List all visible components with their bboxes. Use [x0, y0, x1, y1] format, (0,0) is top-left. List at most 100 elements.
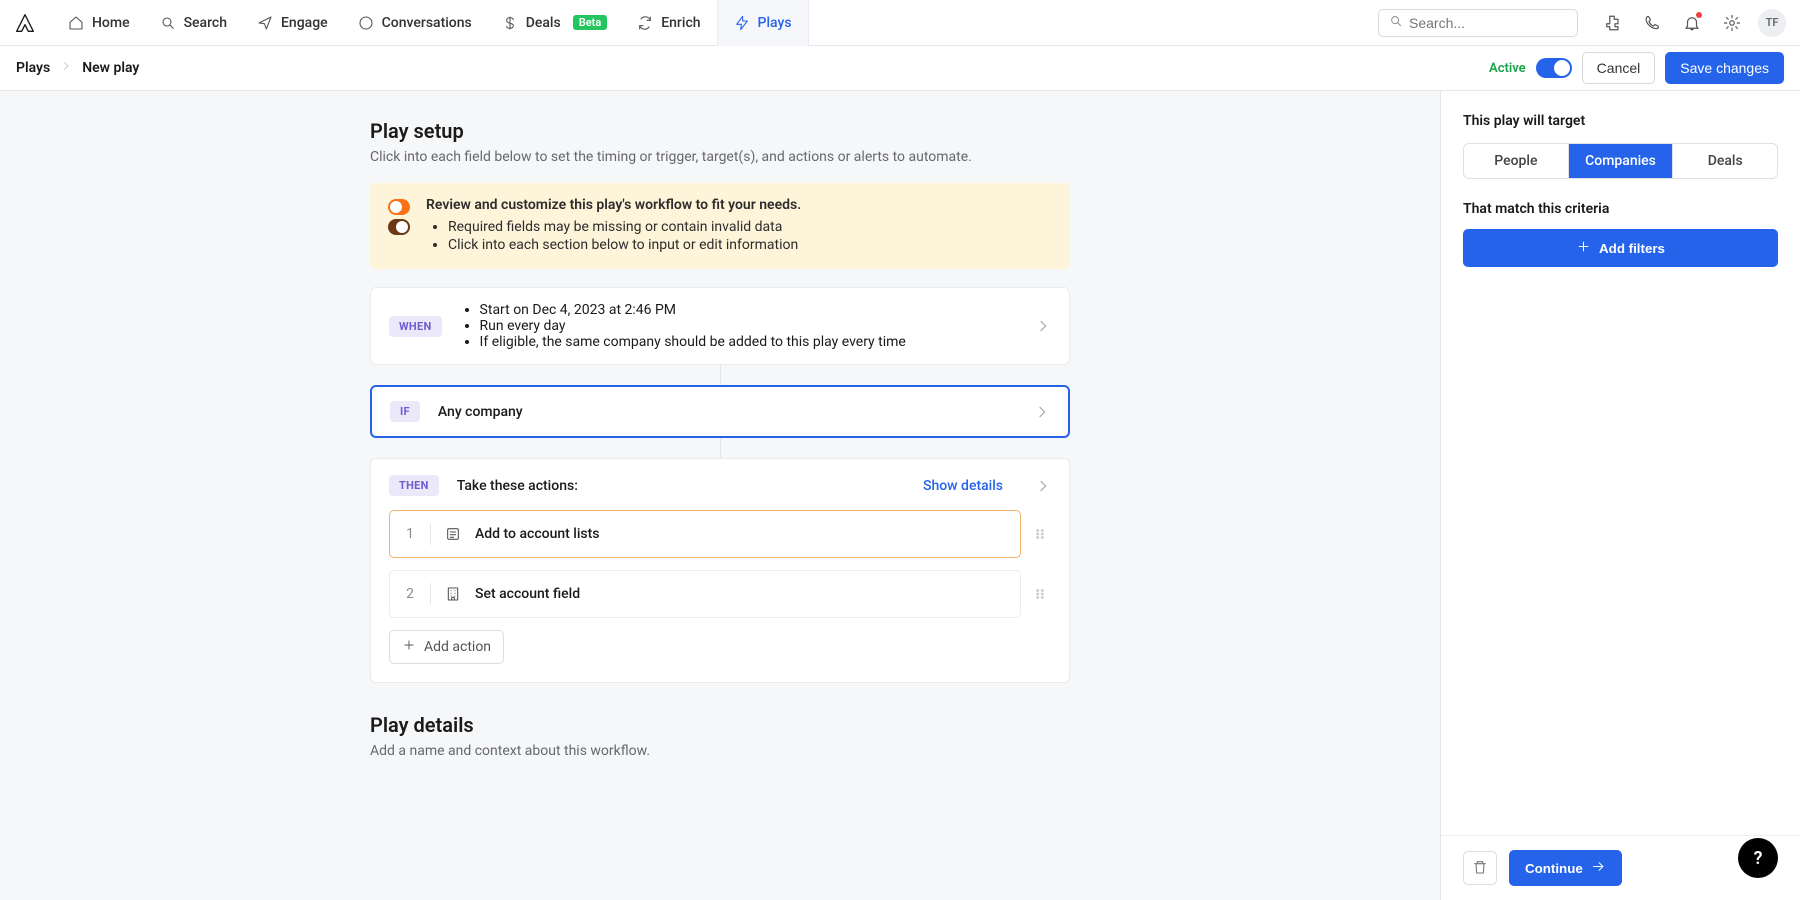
if-card[interactable]: IF Any company — [370, 385, 1070, 438]
warning-bullet: Required fields may be missing or contai… — [448, 219, 801, 235]
nav-plays-label: Plays — [758, 15, 792, 31]
when-card[interactable]: WHEN Start on Dec 4, 2023 at 2:46 PM Run… — [370, 287, 1070, 365]
beta-badge: Beta — [573, 15, 608, 30]
play-setup-subtitle: Click into each field below to set the t… — [370, 149, 1070, 165]
show-details-link[interactable]: Show details — [923, 478, 1003, 494]
send-icon — [257, 15, 273, 31]
arrow-right-icon — [1591, 859, 1606, 877]
warning-title: Review and customize this play's workflo… — [426, 197, 801, 213]
nav-search-label: Search — [184, 15, 227, 31]
nav-enrich[interactable]: Enrich — [623, 7, 714, 39]
subheader: Plays New play Active Cancel Save change… — [0, 46, 1800, 91]
add-action-label: Add action — [424, 639, 491, 655]
action-label: Add to account lists — [475, 526, 600, 542]
plus-icon — [1576, 239, 1591, 257]
action-number: 2 — [404, 586, 416, 602]
when-list: Start on Dec 4, 2023 at 2:46 PM Run ever… — [480, 302, 906, 350]
subhead-actions: Active Cancel Save changes — [1489, 52, 1784, 84]
search-icon — [160, 15, 176, 31]
plus-icon — [402, 638, 416, 656]
action-label: Set account field — [475, 586, 580, 602]
help-fab[interactable]: ? — [1738, 838, 1778, 878]
if-tag: IF — [390, 401, 420, 422]
add-action-button[interactable]: Add action — [389, 630, 504, 664]
trash-icon — [1472, 859, 1488, 878]
target-segmented-control: People Companies Deals — [1463, 143, 1778, 179]
nav-conversations-label: Conversations — [382, 15, 472, 31]
save-button[interactable]: Save changes — [1665, 52, 1784, 84]
action-number: 1 — [404, 526, 416, 542]
warning-banner: Review and customize this play's workflo… — [370, 183, 1070, 269]
body: Play setup Click into each field below t… — [0, 91, 1800, 900]
then-card: THEN Take these actions: Show details 1 … — [370, 458, 1070, 683]
nav-deals[interactable]: Deals Beta — [488, 7, 621, 39]
breadcrumb: Plays New play — [16, 60, 139, 76]
search-input[interactable] — [1409, 15, 1567, 31]
warning-icons — [388, 197, 410, 255]
action-row-2[interactable]: 2 Set account field — [389, 570, 1021, 618]
side-panel: This play will target People Companies D… — [1440, 91, 1800, 900]
chevron-right-icon[interactable] — [1035, 478, 1051, 494]
active-toggle[interactable] — [1536, 58, 1572, 78]
brand-logo[interactable] — [14, 12, 36, 34]
when-line: Start on Dec 4, 2023 at 2:46 PM — [480, 302, 906, 318]
segment-companies[interactable]: Companies — [1569, 144, 1674, 178]
global-search[interactable] — [1378, 9, 1578, 37]
notifications-icon[interactable] — [1678, 9, 1706, 37]
chevron-right-icon — [60, 60, 72, 76]
add-filters-label: Add filters — [1599, 241, 1665, 256]
connector-line — [720, 438, 721, 458]
delete-button[interactable] — [1463, 851, 1497, 885]
warning-badge-icon — [388, 199, 410, 215]
drag-handle-icon[interactable] — [1032, 586, 1048, 602]
criteria-title: That match this criteria — [1463, 201, 1778, 217]
nav-home-label: Home — [92, 15, 130, 31]
nav-enrich-label: Enrich — [661, 15, 700, 31]
refresh-icon — [637, 15, 653, 31]
play-details-subtitle: Add a name and context about this workfl… — [370, 743, 1070, 759]
top-nav: Home Search Engage Conversations Deals B… — [0, 0, 1800, 46]
user-avatar[interactable]: TF — [1758, 9, 1786, 37]
warning-bullets: Required fields may be missing or contai… — [448, 219, 801, 253]
chevron-right-icon — [1034, 404, 1050, 420]
when-line: If eligible, the same company should be … — [480, 334, 906, 350]
settings-icon[interactable] — [1718, 9, 1746, 37]
cancel-button[interactable]: Cancel — [1582, 52, 1656, 84]
play-details-title: Play details — [370, 713, 1070, 737]
segment-deals[interactable]: Deals — [1673, 144, 1777, 178]
continue-label: Continue — [1525, 861, 1583, 876]
action-row-1[interactable]: 1 Add to account lists — [389, 510, 1021, 558]
add-filters-button[interactable]: Add filters — [1463, 229, 1778, 267]
bolt-icon — [734, 15, 750, 31]
breadcrumb-root[interactable]: Plays — [16, 60, 50, 76]
then-label: Take these actions: — [457, 478, 578, 494]
phone-icon[interactable] — [1638, 9, 1666, 37]
when-line: Run every day — [480, 318, 906, 334]
when-tag: WHEN — [389, 316, 442, 337]
nav-deals-label: Deals — [526, 15, 561, 31]
nav-conversations[interactable]: Conversations — [344, 7, 486, 39]
warning-badge-icon-2 — [388, 219, 410, 235]
connector-line — [720, 365, 721, 385]
active-status-label: Active — [1489, 61, 1526, 76]
extension-icon[interactable] — [1598, 9, 1626, 37]
nav-search[interactable]: Search — [146, 7, 241, 39]
divider — [430, 583, 431, 605]
home-icon — [68, 15, 84, 31]
continue-button[interactable]: Continue — [1509, 850, 1622, 886]
nav-home[interactable]: Home — [54, 7, 144, 39]
nav-engage[interactable]: Engage — [243, 7, 342, 39]
building-icon — [445, 586, 461, 602]
drag-handle-icon[interactable] — [1032, 526, 1048, 542]
divider — [430, 523, 431, 545]
target-title: This play will target — [1463, 113, 1778, 129]
breadcrumb-current: New play — [82, 60, 139, 76]
warning-bullet: Click into each section below to input o… — [448, 237, 801, 253]
chat-icon — [358, 15, 374, 31]
dollar-icon — [502, 15, 518, 31]
nav-plays[interactable]: Plays — [720, 7, 806, 39]
then-tag: THEN — [389, 475, 439, 496]
topnav-actions: TF — [1598, 9, 1786, 37]
segment-people[interactable]: People — [1464, 144, 1569, 178]
main-column: Play setup Click into each field below t… — [0, 91, 1440, 900]
